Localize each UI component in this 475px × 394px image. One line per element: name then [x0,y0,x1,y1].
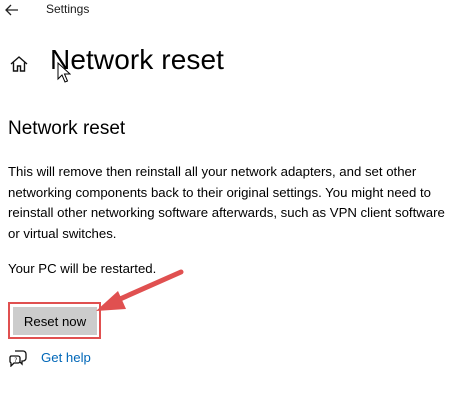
back-arrow-icon[interactable] [2,0,22,20]
help-chat-icon[interactable]: ? [9,349,27,368]
page-title: Network reset [50,44,225,75]
reset-now-button[interactable]: Reset now [13,307,97,335]
reset-description: This will remove then reinstall all your… [8,164,445,241]
home-icon[interactable] [9,54,29,74]
app-title: Settings [46,2,90,16]
section-title: Network reset [8,118,126,139]
restart-note: Your PC will be restarted. [8,261,157,276]
settings-window: Settings Network reset Network reset Thi… [0,0,475,394]
mouse-cursor-icon [57,61,72,84]
svg-text:?: ? [14,357,17,364]
get-help-link[interactable]: Get help [41,350,91,365]
